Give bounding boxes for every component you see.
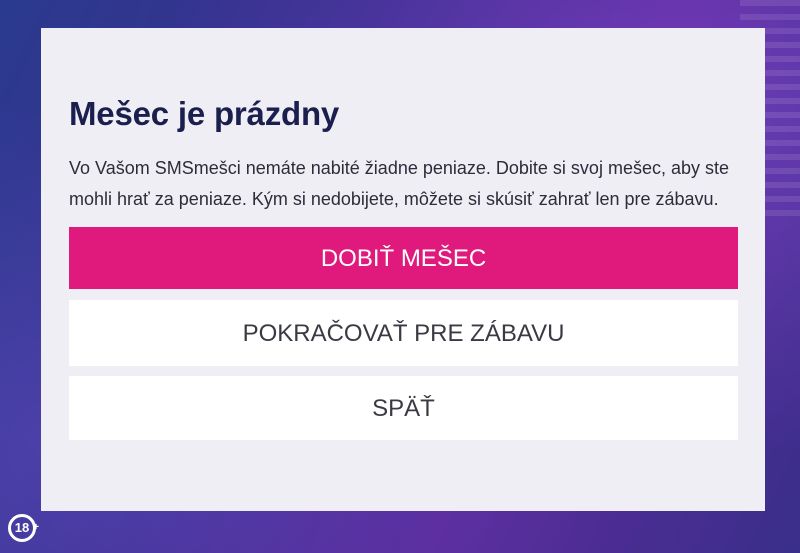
back-button[interactable]: SPÄŤ (69, 376, 738, 440)
empty-wallet-dialog: Mešec je prázdny Vo Vašom SMSmešci nemát… (41, 28, 765, 511)
age-18-plus-icon: 18 + (8, 514, 39, 542)
age-badge-label: 18 (14, 520, 30, 535)
dialog-title: Mešec je prázdny (69, 95, 340, 132)
top-up-wallet-button[interactable]: DOBIŤ MEŠEC (69, 227, 738, 289)
dialog-message: Vo Vašom SMSmešci nemáte nabité žiadne p… (69, 158, 729, 209)
play-for-fun-button[interactable]: POKRAČOVAŤ PRE ZÁBAVU (69, 300, 738, 366)
age-badge-plus: + (33, 522, 39, 533)
